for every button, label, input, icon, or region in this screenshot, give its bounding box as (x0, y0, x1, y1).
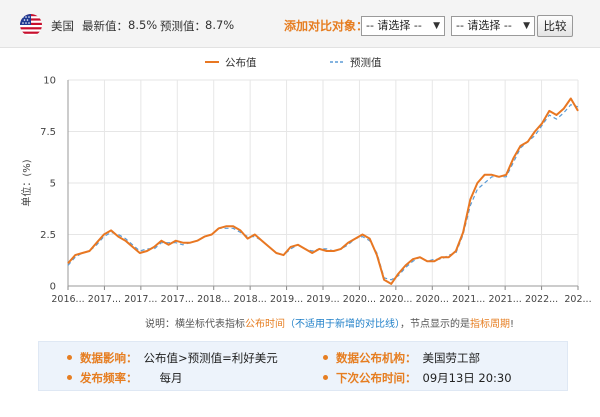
note-publish-time: 公布时间 (245, 319, 285, 330)
compare-label: 添加对比对象： (284, 19, 369, 33)
chart-note: 说明：横坐标代表指标公布时间（不适用于新增的对比线），节点显示的是指标周期! (145, 315, 514, 330)
forecast-value: 8.7% (205, 18, 235, 32)
y-tick-label: 0 (50, 282, 56, 293)
impact-label: 数据影响： (80, 351, 138, 365)
x-tick-label: 2018... (234, 294, 267, 305)
x-tick-label: 2021... (489, 294, 522, 305)
x-tick-label: 2017... (124, 294, 157, 305)
bullet-icon (67, 355, 72, 360)
cpi-chart: 2016... 2017... 2017... 2017... 2018... 2018.… (0, 48, 600, 310)
compare-button[interactable]: 比较 (537, 15, 573, 37)
x-tick-label: 202... (564, 294, 591, 305)
latest-label: 最新值： (82, 19, 128, 33)
x-tick-label: 2022... (525, 294, 558, 305)
frequency-value: 每月 (159, 371, 183, 385)
y-tick-label: 5 (50, 179, 56, 190)
impact-row: 数据影响： 公布值>预测值=利好美元 (67, 350, 278, 366)
agency-label: 数据公布机构： (336, 351, 417, 365)
next-release-label: 下次公布时间： (336, 371, 417, 385)
compare-select-1[interactable]: -- 请选择 -- ▼ (361, 16, 445, 36)
y-tick-label: 7.5 (40, 127, 56, 138)
x-tick-label: 2021... (452, 294, 485, 305)
compare-select-1-value: -- 请选择 -- (366, 19, 422, 32)
x-tick-label: 2018... (197, 294, 230, 305)
x-tick-label: 2020... (343, 294, 376, 305)
note-middle: ，节点显示的是 (400, 319, 470, 330)
frequency-label: 发布频率： (80, 371, 138, 385)
country-name: 美国 (51, 19, 74, 33)
x-tick-label: 2019... (270, 294, 303, 305)
next-release-row: 下次公布时间： 09月13日 20:30 (323, 370, 512, 386)
chart-svg: 2016... 2017... 2017... 2017... 2018... 2018.… (20, 56, 592, 305)
legend-label: 公布值 (225, 56, 257, 69)
agency-value: 美国劳工部 (422, 351, 481, 365)
chevron-down-icon: ▼ (433, 21, 440, 31)
note-paren: （不适用于新增的对比线） (285, 319, 400, 330)
latest-value: 8.5% (128, 18, 158, 32)
y-tick-label: 10 (43, 76, 56, 87)
y-axis-label: 单位：(%) (20, 159, 33, 206)
frequency-row: 发布频率： 每月 (67, 370, 183, 386)
info-panel: 数据影响： 公布值>预测值=利好美元 发布频率： 每月 数据公布机构： 美国劳工部 下… (38, 341, 568, 391)
note-suffix: ! (510, 319, 515, 330)
bullet-icon (323, 355, 328, 360)
x-tick-label: 2020... (379, 294, 412, 305)
note-period: 指标周期 (470, 319, 510, 330)
compare-select-2[interactable]: -- 请选择 -- ▼ (451, 16, 535, 36)
us-flag-icon (20, 14, 42, 36)
chevron-down-icon: ▼ (523, 21, 530, 31)
impact-value: 公布值>预测值=利好美元 (143, 351, 278, 365)
note-prefix: 说明：横坐标代表指标 (145, 319, 245, 330)
header-bar: 美国 最新值： 8.5% 预测值： 8.7% 添加对比对象： -- 请选择 --… (0, 0, 600, 48)
x-tick-label: 2016... (51, 294, 84, 305)
x-tick-label: 2017... (88, 294, 121, 305)
forecast-label: 预测值： (160, 19, 206, 33)
bullet-icon (323, 375, 328, 380)
y-tick-label: 2.5 (40, 230, 56, 241)
compare-select-2-value: -- 请选择 -- (456, 19, 512, 32)
x-tick-label: 2020... (416, 294, 449, 305)
bullet-icon (67, 375, 72, 380)
agency-row: 数据公布机构： 美国劳工部 (323, 350, 480, 366)
legend-label: 预测值 (350, 56, 382, 69)
x-tick-label: 2017... (161, 294, 194, 305)
next-release-value: 09月13日 20:30 (422, 371, 512, 385)
x-tick-label: 2019... (306, 294, 339, 305)
